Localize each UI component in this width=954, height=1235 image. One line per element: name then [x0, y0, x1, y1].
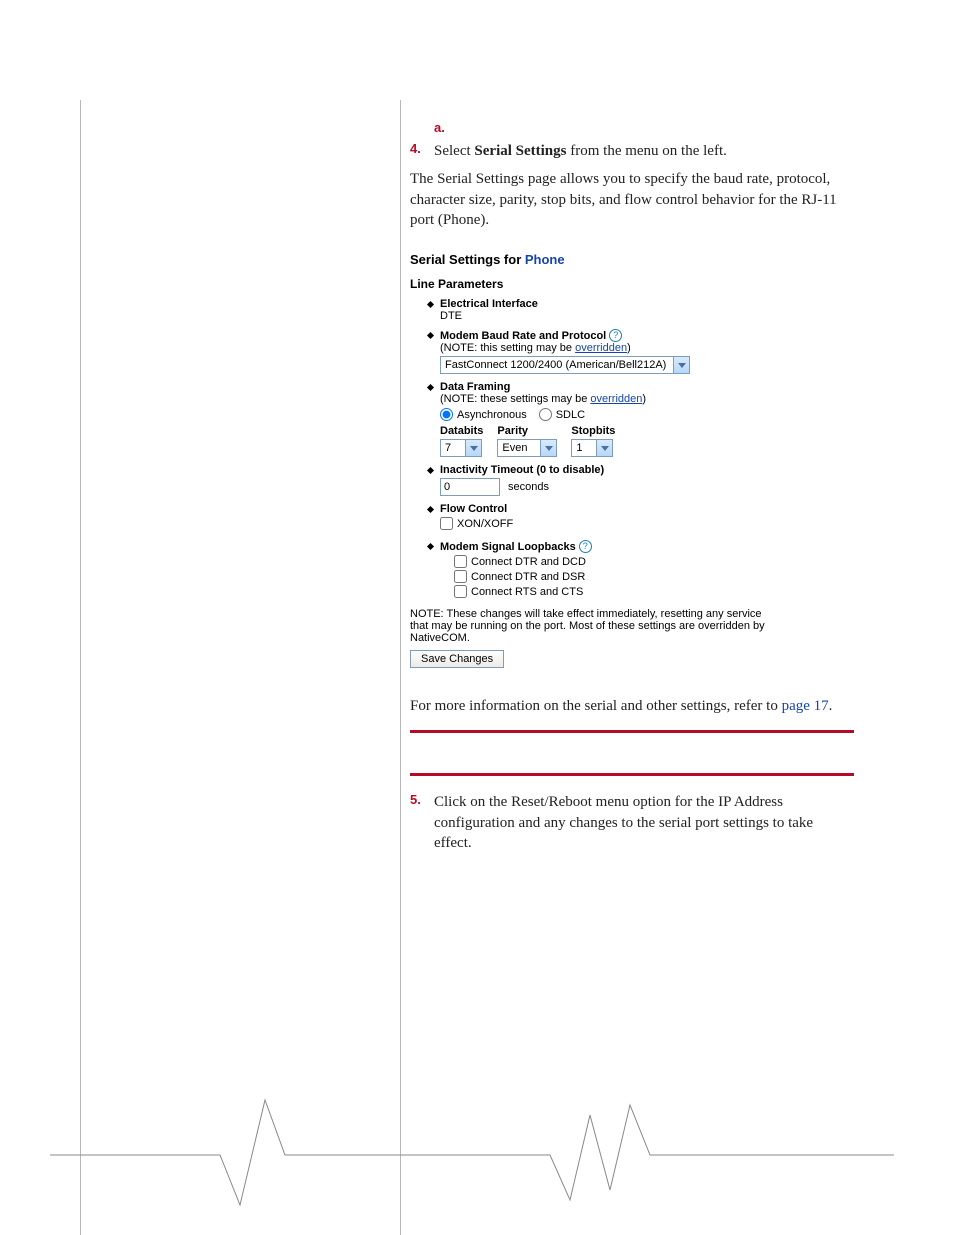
- panel-title-pre: Serial Settings for: [410, 252, 525, 267]
- panel-title: Serial Settings for Phone: [410, 252, 854, 267]
- electrical-interface-label: Electrical Interface: [440, 298, 854, 310]
- page-17-link[interactable]: page 17: [782, 698, 829, 714]
- electrical-interface-item: Electrical Interface DTE: [428, 298, 854, 322]
- timeout-label: Inactivity Timeout (0 to disable): [440, 464, 854, 476]
- xonxoff-checkbox-input[interactable]: [440, 517, 453, 530]
- overridden-link[interactable]: overridden: [575, 342, 627, 354]
- modem-baud-label: Modem Baud Rate and Protocol: [440, 330, 606, 342]
- data-framing-label: Data Framing: [440, 381, 854, 393]
- timeout-input[interactable]: [440, 478, 500, 496]
- flow-control-item: Flow Control XON/XOFF: [428, 503, 854, 533]
- sdlc-radio-label: SDLC: [556, 409, 585, 421]
- help-icon[interactable]: ?: [609, 329, 622, 342]
- stopbits-value: 1: [576, 442, 582, 454]
- panel-title-phone: Phone: [525, 252, 565, 267]
- divider: [410, 773, 854, 776]
- step-4-post: from the menu on the left.: [567, 143, 727, 159]
- loop-dtr-dsr[interactable]: Connect DTR and DSR: [454, 570, 854, 583]
- chevron-down-icon: [540, 440, 556, 456]
- loop-rts-cts[interactable]: Connect RTS and CTS: [454, 585, 854, 598]
- left-margin-rule: [80, 100, 81, 1235]
- async-radio[interactable]: Asynchronous: [440, 408, 527, 421]
- modem-baud-select[interactable]: FastConnect 1200/2400 (American/Bell212A…: [440, 356, 690, 374]
- data-framing-note: (NOTE: these settings may be overridden): [440, 393, 854, 405]
- async-radio-label: Asynchronous: [457, 409, 527, 421]
- databits-value: 7: [445, 442, 451, 454]
- step-4-text: Select Serial Settings from the menu on …: [434, 141, 727, 161]
- more-info-para: For more information on the serial and o…: [410, 696, 854, 716]
- async-radio-input[interactable]: [440, 408, 453, 421]
- xonxoff-label: XON/XOFF: [457, 518, 513, 530]
- step-4-bold: Serial Settings: [474, 143, 566, 159]
- step-4: 4. Select Serial Settings from the menu …: [410, 141, 854, 161]
- modem-baud-select-value: FastConnect 1200/2400 (American/Bell212A…: [445, 359, 666, 371]
- intro-paragraph: The Serial Settings page allows you to s…: [410, 169, 854, 230]
- chevron-down-icon: [673, 357, 689, 373]
- xonxoff-checkbox[interactable]: XON/XOFF: [440, 517, 513, 530]
- loop-dtr-dcd[interactable]: Connect DTR and DCD: [454, 555, 854, 568]
- electrical-interface-value: DTE: [440, 310, 854, 322]
- sdlc-radio-input[interactable]: [539, 408, 552, 421]
- serial-settings-panel: Serial Settings for Phone Line Parameter…: [410, 252, 854, 668]
- parity-value: Even: [502, 442, 527, 454]
- overridden-link[interactable]: overridden: [590, 393, 642, 405]
- flow-control-label: Flow Control: [440, 503, 854, 515]
- parity-label: Parity: [497, 425, 557, 437]
- step-4-pre: Select: [434, 143, 474, 159]
- footer-wave-decoration: [50, 1095, 894, 1215]
- stopbits-select[interactable]: 1: [571, 439, 613, 457]
- modem-baud-note: (NOTE: this setting may be overridden): [440, 342, 854, 354]
- step-5-number: 5.: [410, 792, 434, 853]
- chevron-down-icon: [596, 440, 612, 456]
- line-parameters-header: Line Parameters: [410, 277, 854, 291]
- more-info-pre: For more information on the serial and o…: [410, 698, 782, 714]
- divider: [410, 730, 854, 733]
- step-5-text: Click on the Reset/Reboot menu option fo…: [434, 792, 854, 853]
- stopbits-label: Stopbits: [571, 425, 615, 437]
- more-info-post: .: [829, 698, 833, 714]
- loopbacks-label: Modem Signal Loopbacks: [440, 541, 576, 553]
- modem-baud-item: Modem Baud Rate and Protocol ? (NOTE: th…: [428, 329, 854, 374]
- footer-note: NOTE: These changes will take effect imm…: [410, 608, 780, 644]
- inactivity-timeout-item: Inactivity Timeout (0 to disable) second…: [428, 464, 854, 496]
- databits-select[interactable]: 7: [440, 439, 482, 457]
- content-margin-rule: [400, 100, 401, 1235]
- chevron-down-icon: [465, 440, 481, 456]
- step-5: 5. Click on the Reset/Reboot menu option…: [410, 792, 854, 853]
- help-icon[interactable]: ?: [579, 540, 592, 553]
- save-changes-button[interactable]: Save Changes: [410, 650, 504, 668]
- data-framing-item: Data Framing (NOTE: these settings may b…: [428, 381, 854, 457]
- sdlc-radio[interactable]: SDLC: [539, 408, 585, 421]
- modem-loopbacks-item: Modem Signal Loopbacks ? Connect DTR and…: [428, 540, 854, 598]
- timeout-suffix: seconds: [508, 481, 549, 493]
- parity-select[interactable]: Even: [497, 439, 557, 457]
- databits-label: Databits: [440, 425, 483, 437]
- step-4-number: 4.: [410, 141, 434, 161]
- sub-step-a: a.: [434, 120, 854, 135]
